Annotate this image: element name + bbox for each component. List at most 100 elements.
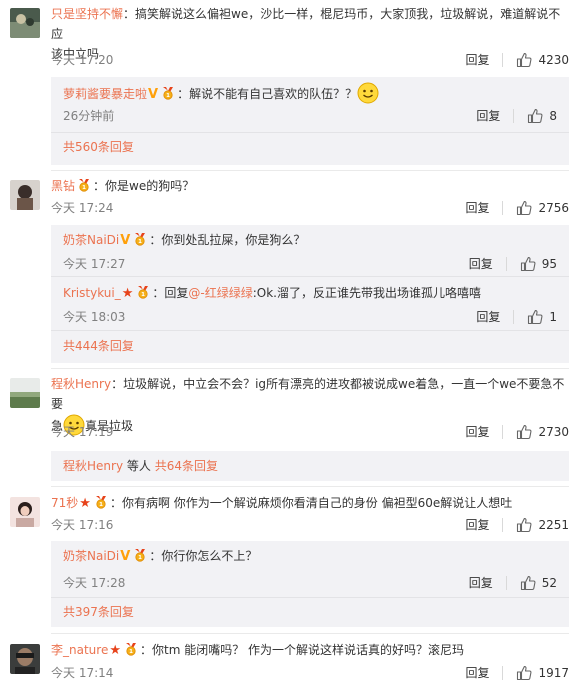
like-button[interactable]: 2756 <box>516 200 569 216</box>
divider <box>51 170 569 171</box>
comment-text: 李_nature★ ：你tm 能闭嘴吗？ 作为一个解说这样说话真的好吗？滚尼玛 <box>51 640 569 661</box>
more-replies-link[interactable]: 共560条回复 <box>63 138 134 156</box>
reply-box: 奶茶NaiDiV ：你到处乱拉屎，你是狗么？ 今天 17:27 回复 95 Kri… <box>51 225 569 363</box>
sub-comment-username[interactable]: Kristykui_ <box>63 286 121 300</box>
avatar[interactable] <box>10 378 40 408</box>
sub-comment: 奶茶NaiDiV ：你行你怎么不上？ 今天 17:28 回复 52 <box>63 546 557 567</box>
sub-comment: Kristykui_★ ：回复@-红绿绿绿:Ok.溜了，反正谁先带我出场谁孤儿咯嘻… <box>63 283 557 304</box>
comment-time: 今天 17:20 <box>51 53 114 67</box>
sub-comment-content-post: :Ok.溜了，反正谁先带我出场谁孤儿咯嘻嘻 <box>252 286 481 300</box>
comment-body: 只是坚持不懈：搞笑解说这么偏袒we，沙比一样，棍尼玛币，大家顶我，垃圾解说，难道… <box>51 4 569 64</box>
more-replies-link[interactable]: 程秋Henry 等人 共64条回复 <box>63 457 218 475</box>
comment-time: 今天 17:16 <box>51 518 114 532</box>
reply-button[interactable]: 回复 <box>465 425 504 439</box>
medal-badge-icon <box>135 285 151 299</box>
like-count: 2251 <box>538 518 569 532</box>
reply-box: 奶茶NaiDiV ：你行你怎么不上？ 今天 17:28 回复 52 共397条回复 <box>51 541 569 627</box>
reply-button[interactable]: 回复 <box>465 53 504 67</box>
reply-button[interactable]: 回复 <box>469 257 507 271</box>
thumbs-up-icon <box>516 200 532 216</box>
comment-username[interactable]: 黑钻 <box>51 179 75 193</box>
comment-meta: 今天 17:20 回复 4230 <box>51 51 569 69</box>
like-count: 8 <box>549 109 557 123</box>
like-count: 52 <box>541 576 557 590</box>
comment-meta: 今天 17:14 回复 1917 <box>51 664 569 682</box>
comment-body: 71秒★ ：你有病啊 你作为一个解说麻烦你看清自己的身份 偏袒型60e解说让人想吐… <box>51 493 569 514</box>
reply-preview-username[interactable]: 程秋Henry <box>63 459 123 473</box>
thumbs-up-icon <box>516 424 532 440</box>
reply-button[interactable]: 回复 <box>465 518 504 532</box>
sub-comment-username[interactable]: 奶茶NaiDi <box>63 549 119 563</box>
divider <box>51 486 569 487</box>
sub-comment-content: ：你行你怎么不上？ <box>149 549 258 563</box>
thumbs-up-icon <box>527 108 543 124</box>
mention-link[interactable]: @-红绿绿绿 <box>188 286 252 300</box>
comment-time: 今天 17:14 <box>51 666 114 680</box>
verified-v-icon: V <box>120 233 131 248</box>
star-badge-icon: ★ <box>121 286 134 301</box>
comment-username[interactable]: 程秋Henry <box>51 377 111 391</box>
medal-badge-icon <box>123 642 139 656</box>
sub-comment-time: 今天 17:28 <box>63 576 126 590</box>
reply-button[interactable]: 回复 <box>476 109 515 123</box>
sub-comment-meta: 今天 17:27 回复 95 <box>63 255 557 273</box>
thumbs-up-icon <box>527 309 543 325</box>
comment-text-line1: ：垃圾解说，中立会不会？ig所有漂亮的进攻都被说成we着急，一直一个we不要急不… <box>51 377 565 411</box>
medal-badge-icon <box>160 86 176 100</box>
avatar[interactable] <box>10 180 40 210</box>
like-button[interactable]: 2730 <box>516 424 569 440</box>
avatar[interactable] <box>10 8 40 38</box>
like-button[interactable]: 52 <box>520 575 557 591</box>
like-button[interactable]: 95 <box>520 256 557 272</box>
like-button[interactable]: 8 <box>527 108 557 124</box>
medal-badge-icon <box>76 178 92 192</box>
reply-button[interactable]: 回复 <box>476 310 515 324</box>
divider <box>51 330 569 331</box>
like-button[interactable]: 4230 <box>516 52 569 68</box>
divider <box>51 633 569 634</box>
like-button[interactable]: 2251 <box>516 517 569 533</box>
comment-text: 71秒★ ：你有病啊 你作为一个解说麻烦你看清自己的身份 偏袒型60e解说让人想吐 <box>51 493 569 514</box>
medal-badge-icon <box>132 232 148 246</box>
comment-username[interactable]: 71秒 <box>51 496 78 510</box>
divider <box>51 132 569 133</box>
medal-badge-icon <box>132 548 148 562</box>
comment-username[interactable]: 只是坚持不懈 <box>51 7 123 21</box>
more-replies-link[interactable]: 共397条回复 <box>63 603 134 621</box>
thumbs-up-icon <box>516 517 532 533</box>
comment-meta: 今天 17:16 回复 2251 <box>51 516 569 534</box>
comment-meta: 今天 17:24 回复 2756 <box>51 199 569 217</box>
like-button[interactable]: 1917 <box>516 665 569 681</box>
sub-comment-username[interactable]: 奶茶NaiDi <box>63 233 119 247</box>
comment-username[interactable]: 李_nature <box>51 643 108 657</box>
sub-comment-time: 今天 18:03 <box>63 310 126 324</box>
reply-box: 程秋Henry 等人 共64条回复 <box>51 451 569 481</box>
avatar[interactable] <box>10 497 40 527</box>
star-badge-icon: ★ <box>109 643 121 658</box>
comment-time: 今天 17:24 <box>51 201 114 215</box>
sub-comment-text: 萝莉酱要暴走啦V ：解说不能有自己喜欢的队伍？？ <box>63 82 557 105</box>
more-replies-count[interactable]: 共64条回复 <box>155 459 218 473</box>
sub-comment-meta: 今天 18:03 回复 1 <box>63 308 557 326</box>
reply-button[interactable]: 回复 <box>469 576 507 590</box>
avatar[interactable] <box>10 644 40 674</box>
more-replies-link[interactable]: 共444条回复 <box>63 337 134 355</box>
sub-comment-content-pre: ：回复 <box>152 286 189 300</box>
sub-comment-meta: 26分钟前 回复 8 <box>63 107 557 125</box>
sub-comment-username[interactable]: 萝莉酱要暴走啦 <box>63 87 147 101</box>
reply-button[interactable]: 回复 <box>465 666 504 680</box>
reply-box: 萝莉酱要暴走啦V ：解说不能有自己喜欢的队伍？？ 26分钟前 回复 8 共560条… <box>51 77 569 165</box>
sub-comment-time: 今天 17:27 <box>63 257 126 271</box>
sub-comment-text: 奶茶NaiDiV ：你到处乱拉屎，你是狗么？ <box>63 230 557 251</box>
comment-body: 李_nature★ ：你tm 能闭嘴吗？ 作为一个解说这样说话真的好吗？滚尼玛 今… <box>51 640 569 661</box>
comment-content: ：你有病啊 你作为一个解说麻烦你看清自己的身份 偏袒型60e解说让人想吐 <box>109 496 513 510</box>
sub-comment-text: Kristykui_★ ：回复@-红绿绿绿:Ok.溜了，反正谁先带我出场谁孤儿咯嘻… <box>63 283 557 304</box>
like-count: 1917 <box>538 666 569 680</box>
like-button[interactable]: 1 <box>527 309 557 325</box>
comment-content: ：你是we的狗吗？ <box>93 179 195 193</box>
comment-time: 今天 17:19 <box>51 425 114 439</box>
like-count: 2756 <box>538 201 569 215</box>
thumbs-up-icon <box>520 256 536 272</box>
reply-button[interactable]: 回复 <box>465 201 504 215</box>
divider <box>51 276 569 277</box>
